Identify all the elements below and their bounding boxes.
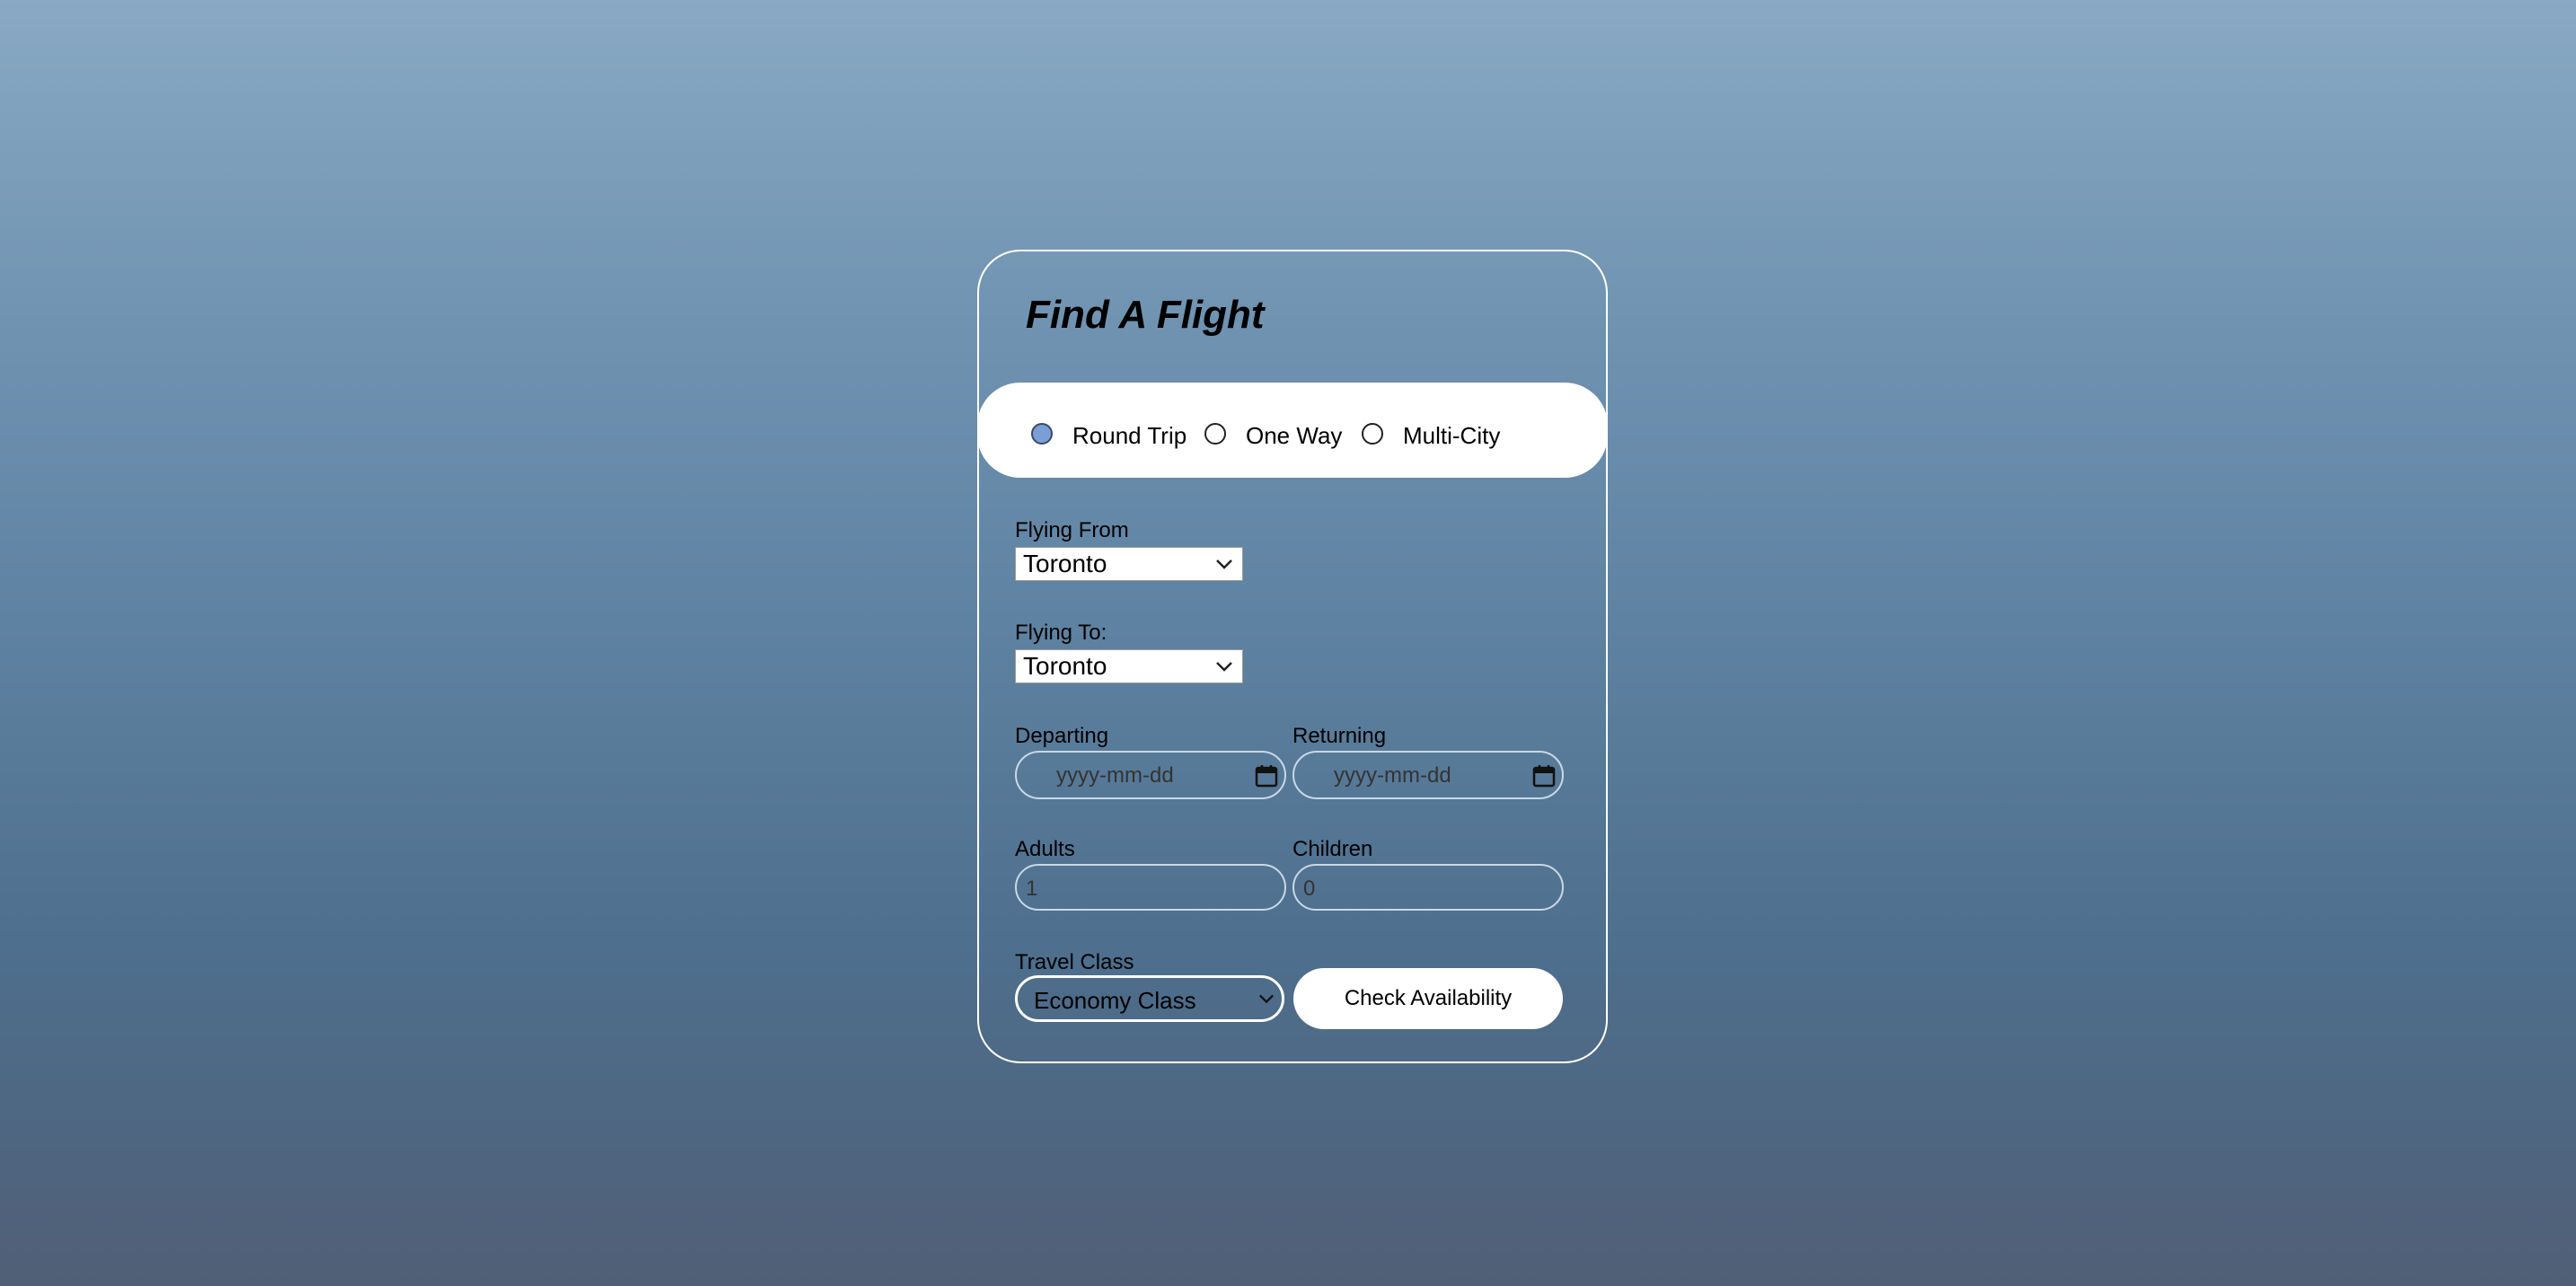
- multi-city-radio[interactable]: [1362, 422, 1383, 445]
- check-availability-button[interactable]: Check Availability: [1293, 968, 1563, 1029]
- one-way-label: One Way: [1246, 422, 1343, 449]
- flying-to-select[interactable]: Toronto: [1015, 649, 1243, 683]
- returning-placeholder: yyyy-mm-dd: [1334, 763, 1451, 788]
- round-trip-option[interactable]: Round Trip: [1031, 417, 1187, 450]
- multi-city-label: Multi-City: [1403, 422, 1501, 449]
- chevron-down-icon: [1258, 978, 1275, 1019]
- calendar-icon[interactable]: [1254, 763, 1279, 795]
- chevron-down-icon: [1215, 548, 1233, 580]
- adults-input[interactable]: 1: [1015, 864, 1286, 911]
- flight-search-card: Find A Flight Round Trip One Way Multi-C…: [977, 250, 1608, 1063]
- travel-class-select[interactable]: Economy Class: [1015, 975, 1284, 1022]
- flying-to-label: Flying To:: [1015, 621, 1107, 645]
- flying-to-value: Toronto: [1023, 652, 1107, 680]
- form-title: Find A Flight: [1026, 293, 1265, 337]
- one-way-radio[interactable]: [1204, 422, 1226, 445]
- multi-city-option[interactable]: Multi-City: [1362, 417, 1500, 450]
- children-label: Children: [1292, 837, 1373, 861]
- flying-from-value: Toronto: [1023, 550, 1107, 577]
- round-trip-radio[interactable]: [1031, 422, 1053, 445]
- returning-label: Returning: [1292, 724, 1387, 748]
- trip-type-bar: Round Trip One Way Multi-City: [977, 383, 1608, 478]
- flying-from-select[interactable]: Toronto: [1015, 547, 1243, 581]
- round-trip-label: Round Trip: [1072, 422, 1187, 449]
- flying-from-label: Flying From: [1015, 518, 1129, 542]
- calendar-icon[interactable]: [1531, 763, 1557, 795]
- adults-label: Adults: [1015, 837, 1075, 861]
- departing-date-input[interactable]: yyyy-mm-dd: [1015, 751, 1286, 799]
- returning-date-input[interactable]: yyyy-mm-dd: [1292, 751, 1564, 799]
- chevron-down-icon: [1215, 650, 1233, 683]
- travel-class-value: Economy Class: [1034, 987, 1196, 1014]
- travel-class-label: Travel Class: [1015, 950, 1134, 974]
- departing-label: Departing: [1015, 724, 1109, 748]
- adults-value: 1: [1026, 876, 1038, 901]
- one-way-option[interactable]: One Way: [1204, 417, 1342, 450]
- departing-placeholder: yyyy-mm-dd: [1056, 763, 1174, 788]
- children-value: 0: [1303, 876, 1316, 901]
- children-input[interactable]: 0: [1292, 864, 1564, 911]
